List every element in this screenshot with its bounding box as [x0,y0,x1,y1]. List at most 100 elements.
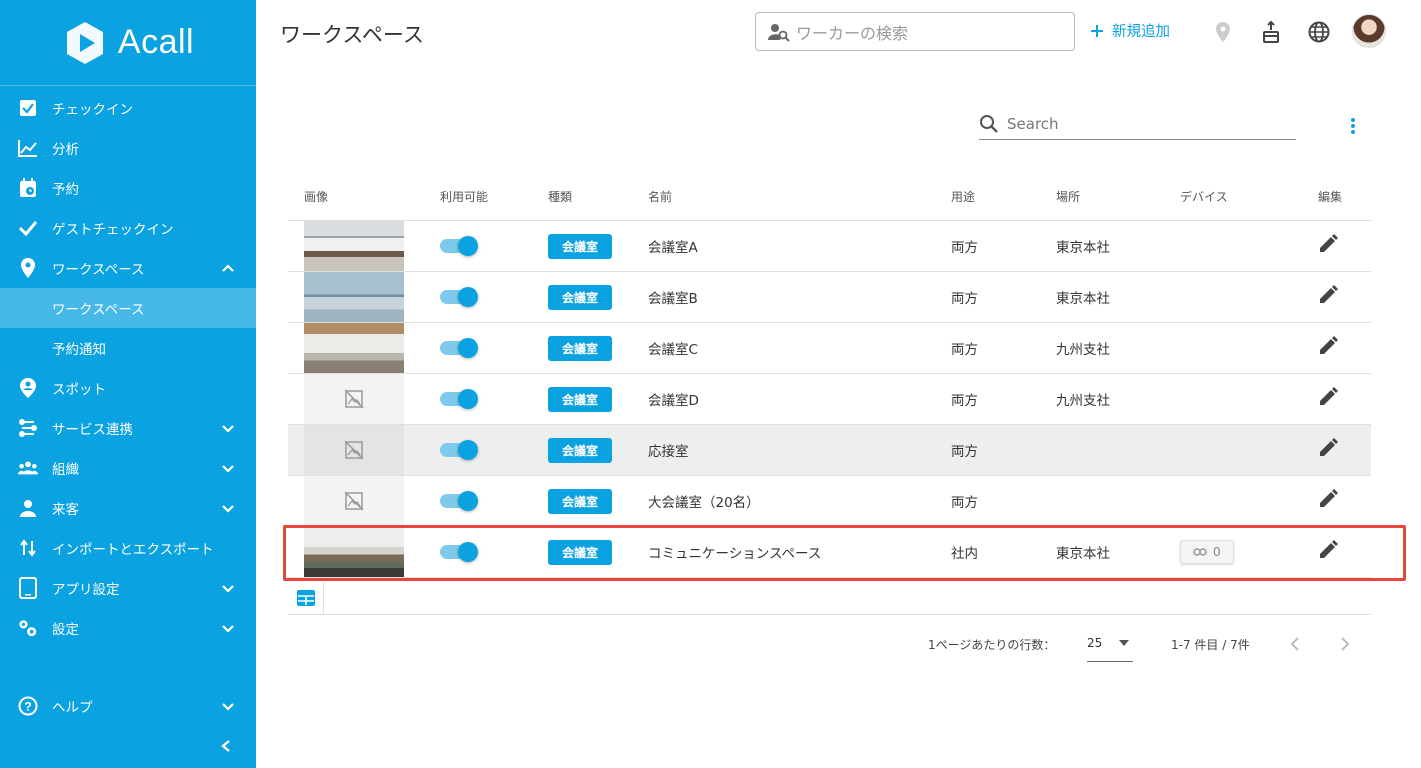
room-place: 東京本社 [1056,291,1110,307]
sidebar-item-reservation[interactable]: 予約 [0,168,256,208]
sidebar-item-app-settings[interactable]: アプリ設定 [0,568,256,608]
column-header-image[interactable]: 画像 [288,172,418,220]
previous-page-icon[interactable] [1287,636,1303,652]
rows-per-page-value: 25 [1087,636,1103,650]
sidebar-item-spot[interactable]: スポット [0,368,256,408]
available-toggle[interactable] [440,542,478,562]
room-photo [304,272,404,322]
table-row[interactable]: 会議室 会議室B 両方 東京本社 [288,272,1371,323]
group-icon [18,458,38,478]
edit-pencil-icon[interactable] [1318,234,1338,254]
available-toggle[interactable] [440,287,478,307]
grid-view-icon [296,590,315,606]
calendar-icon [18,178,38,198]
add-new-label: 新規追加 [1112,24,1170,40]
available-toggle[interactable] [440,491,478,511]
type-badge: 会議室 [548,539,613,565]
sidebar-item-integration[interactable]: サービス連携 [0,408,256,448]
grid-view-button[interactable] [288,582,324,614]
sidebar-item-workspace[interactable]: ワークスペース [0,248,256,288]
logo-text: Acall [117,23,195,61]
room-place: 九州支社 [1056,342,1110,358]
next-page-icon[interactable] [1337,636,1353,652]
no-image-icon [304,476,404,526]
tablet-icon [18,577,38,599]
worker-search-input[interactable]: ワーカーの検索 [755,12,1075,51]
column-header-device[interactable]: デバイス [1160,188,1290,205]
room-name: 会議室A [648,240,698,256]
import-export-icon [18,538,38,558]
column-header-place[interactable]: 場所 [1036,188,1160,205]
sidebar-item-label: スポット [52,382,106,398]
person-pin-icon [18,378,38,398]
search-icon [980,114,998,133]
room-use: 両方 [951,240,978,256]
sidebar-subitem-workspace[interactable]: ワークスペース [0,288,256,328]
sidebar-item-help[interactable]: ? ヘルプ [0,686,256,726]
check-icon [18,218,38,238]
rows-per-page-select[interactable]: 25 [1087,636,1133,662]
location-off-icon[interactable] [1211,20,1235,44]
edit-pencil-icon[interactable] [1318,387,1338,407]
sidebar-item-label: ワークスペース [52,262,145,278]
room-place: 九州支社 [1056,393,1110,409]
pagination-range: 1-7 件目 / 7件 [1171,638,1250,652]
sidebar-item-checkin[interactable]: チェックイン [0,88,256,128]
sidebar-item-organization[interactable]: 組織 [0,448,256,488]
logo[interactable]: Acall [0,0,256,86]
sidebar-item-analytics[interactable]: 分析 [0,128,256,168]
add-new-button[interactable]: 新規追加 [1090,20,1170,41]
edit-pencil-icon[interactable] [1318,489,1338,509]
column-header-type[interactable]: 種類 [528,188,628,205]
room-name: 会議室C [648,342,698,358]
sidebar-item-label: チェックイン [52,102,133,118]
svg-text:?: ? [24,700,31,714]
available-toggle[interactable] [440,389,478,409]
table-row[interactable]: 会議室 応接室 両方 [288,425,1371,476]
sidebar-subitem-reservation-notice[interactable]: 予約通知 [0,328,256,368]
rows-per-page-label: 1ページあたりの行数： [928,638,1056,652]
edit-pencil-icon[interactable] [1318,540,1338,560]
sidebar-item-settings[interactable]: 設定 [0,608,256,648]
table-row[interactable]: 会議室 コミュニケーションスペース 社内 東京本社 0 [288,527,1371,578]
table-row[interactable]: 会議室 会議室D 両方 九州支社 [288,374,1371,425]
table-row[interactable]: 会議室 会議室A 両方 東京本社 [288,221,1371,272]
checkin-device-icon[interactable] [1259,20,1283,44]
available-toggle[interactable] [440,236,478,256]
sidebar-item-visitor[interactable]: 来客 [0,488,256,528]
table-search-input[interactable]: Search [979,108,1296,140]
device-count: 0 [1213,545,1221,559]
available-toggle[interactable] [440,440,478,460]
edit-pencil-icon[interactable] [1318,285,1338,305]
plus-icon [1091,24,1103,37]
link-icon [1193,548,1207,556]
sidebar-item-label: ゲストチェックイン [52,222,174,238]
type-badge: 会議室 [548,386,613,412]
column-header-use[interactable]: 用途 [931,188,1036,205]
more-vertical-icon[interactable] [1345,116,1361,136]
room-place: 東京本社 [1056,240,1110,256]
type-badge: 会議室 [548,437,613,463]
column-header-name[interactable]: 名前 [628,188,931,205]
sidebar-item-import-export[interactable]: インポートとエクスポート [0,528,256,568]
collapse-sidebar-icon[interactable] [218,738,234,754]
visitor-icon [18,498,38,518]
sidebar-item-guest-checkin[interactable]: ゲストチェックイン [0,208,256,248]
user-avatar[interactable] [1352,14,1386,48]
person-search-icon [768,23,790,42]
page-title: ワークスペース [280,23,424,47]
room-name: コミュニケーションスペース [648,546,822,562]
table-header: 画像 利用可能 種類 名前 用途 場所 デバイス 編集 [288,172,1371,221]
column-header-available[interactable]: 利用可能 [418,188,528,205]
table-row[interactable]: 会議室 会議室C 両方 九州支社 [288,323,1371,374]
edit-pencil-icon[interactable] [1318,438,1338,458]
sidebar-item-label: インポートとエクスポート [52,542,214,558]
sidebar-item-label: サービス連携 [52,422,133,438]
chevron-down-icon [222,505,234,513]
globe-icon[interactable] [1307,20,1331,44]
available-toggle[interactable] [440,338,478,358]
edit-pencil-icon[interactable] [1318,336,1338,356]
room-place: 東京本社 [1056,546,1110,562]
table-row[interactable]: 会議室 大会議室（20名） 両方 [288,476,1371,527]
device-link-chip[interactable]: 0 [1180,540,1234,564]
